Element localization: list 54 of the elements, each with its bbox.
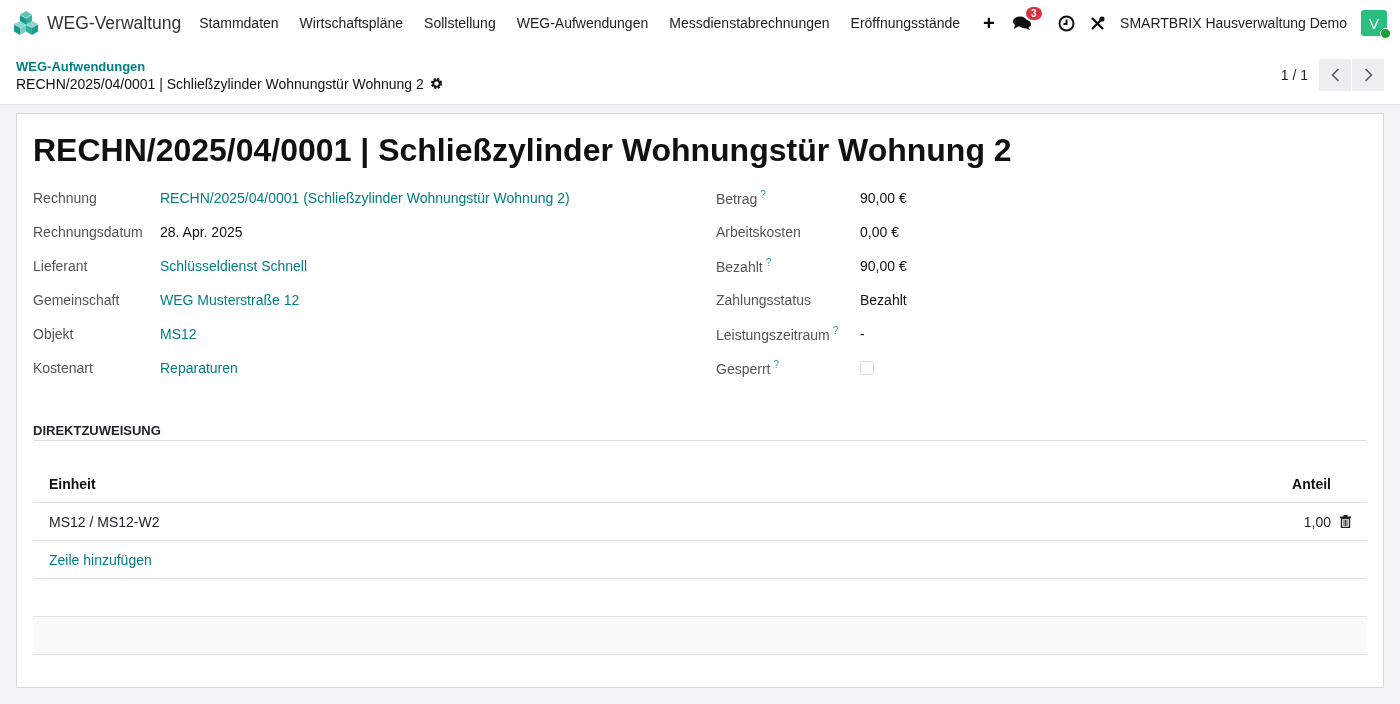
field-value: 28. Apr. 2025 <box>160 224 243 240</box>
field-label: Objekt <box>33 326 75 342</box>
field-link[interactable]: Reparaturen <box>160 360 238 376</box>
pager-value: 1 / 1 <box>1280 67 1308 83</box>
section-title: DIREKTZUWEISUNG <box>33 423 1367 441</box>
menu-item[interactable]: Stammdaten <box>199 15 279 31</box>
field-label: Kostenart <box>33 360 94 376</box>
field-link[interactable]: MS12 <box>160 326 197 342</box>
field-value: 90,00 € <box>860 190 907 206</box>
message-count-badge: 3 <box>1026 7 1042 20</box>
menu-item[interactable]: WEG-Aufwendungen <box>516 15 649 31</box>
app-name[interactable]: WEG-Verwaltung <box>47 12 182 34</box>
menu-item[interactable]: Sollstellung <box>424 15 496 31</box>
settings-icon[interactable] <box>429 77 443 90</box>
field-value: 90,00 € <box>860 258 907 274</box>
field-link[interactable]: RECHN/2025/04/0001 (Schließzylinder Wohnungstür Wohnung 2) <box>160 190 570 206</box>
field-label: Betrag <box>716 190 758 207</box>
chat-bubbles-icon[interactable] <box>1012 15 1033 31</box>
record-title: RECHN/2025/04/0001 | Schließzylinder Wohnungstür Wohnung 2 <box>33 132 1013 169</box>
field-link[interactable]: WEG Musterstraße 12 <box>160 292 300 308</box>
cube-logo-icon[interactable] <box>13 10 39 36</box>
field-value: - <box>860 326 865 342</box>
clock-icon[interactable] <box>1058 14 1076 32</box>
next-button[interactable] <box>1352 59 1384 91</box>
field-label: Bezahlt <box>716 258 763 275</box>
field-label: Leistungszeitraum <box>716 326 830 343</box>
column-header[interactable]: Anteil <box>1292 475 1331 492</box>
field-value: 0,00 € <box>860 224 899 240</box>
tools-icon[interactable] <box>1089 14 1107 32</box>
field-label: Rechnungsdatum <box>33 224 144 240</box>
checkbox[interactable] <box>860 361 874 375</box>
table-cell[interactable]: MS12 / MS12-W2 <box>49 513 160 530</box>
record-name: RECHN/2025/04/0001 | Schließzylinder Wohnungstür Wohnung 2 <box>16 75 424 92</box>
menu-item[interactable]: Eröffnungsstände <box>850 15 961 31</box>
add-button[interactable]: + <box>983 11 995 35</box>
menu-item[interactable]: Messdienstabrechnungen <box>669 15 830 31</box>
field-label: Gemeinschaft <box>33 292 121 308</box>
field-label: Rechnung <box>33 190 98 206</box>
field-label: Arbeitskosten <box>716 224 801 240</box>
table-cell[interactable]: 1,00 <box>1303 513 1331 530</box>
trash-icon[interactable] <box>1340 515 1351 528</box>
menu-item[interactable]: Wirtschaftspläne <box>299 15 404 31</box>
field-label: Lieferant <box>33 258 89 274</box>
previous-button[interactable] <box>1319 59 1351 91</box>
breadcrumb-link[interactable]: WEG-Aufwendungen <box>16 58 443 74</box>
field-label: Gesperrt <box>716 360 771 377</box>
field-link[interactable]: Schlüsseldienst Schnell <box>160 258 308 274</box>
chevron-left-icon <box>1330 68 1340 82</box>
column-header[interactable]: Einheit <box>49 475 96 492</box>
company-name[interactable]: SMARTBRIX Hausverwaltung Demo <box>1120 15 1347 31</box>
field-value: Bezahlt <box>860 292 907 308</box>
field-label: Zahlungsstatus <box>716 292 811 308</box>
chevron-right-icon <box>1363 68 1373 82</box>
add-line-link[interactable]: Zeile hinzufügen <box>49 551 152 568</box>
